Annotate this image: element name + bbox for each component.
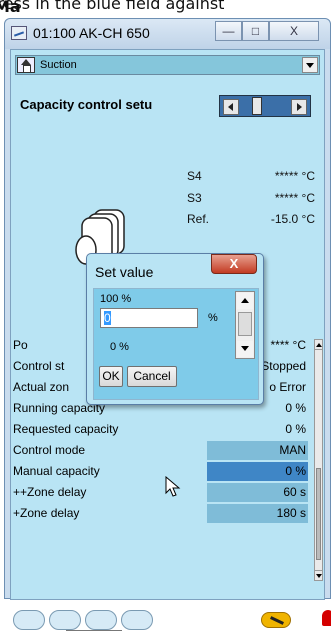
alarm-icon[interactable] xyxy=(322,610,331,626)
sensor-s3-value: ***** °C xyxy=(274,191,315,205)
min-value-label: 0 % xyxy=(110,341,129,353)
value-slider-thumb[interactable] xyxy=(238,312,252,336)
app-window: 01:100 AK-CH 650 — □ X Suction Capacity … xyxy=(4,18,331,631)
window-title: 01:100 AK-CH 650 xyxy=(33,25,150,41)
set-value-dialog: Set value X 100 % 0 % 0 % OK Cancel xyxy=(86,253,264,405)
system-icon[interactable] xyxy=(121,610,153,630)
scroll-up-icon[interactable] xyxy=(315,340,322,350)
close-button[interactable]: X xyxy=(269,21,319,41)
decrease-icon[interactable] xyxy=(237,341,253,357)
instruction-text: Press in the blue field against Ma xyxy=(0,0,331,20)
plus-zone-delay-field: 180 s xyxy=(276,506,306,520)
cancel-button[interactable]: Cancel xyxy=(127,366,177,387)
row-plus-zone-delay[interactable]: +Zone delay 180 s xyxy=(11,503,308,524)
section-select-value: Suction xyxy=(40,59,77,71)
value-input[interactable]: 0 xyxy=(100,308,198,328)
plusplus-zone-delay-field: 60 s xyxy=(283,485,306,499)
minimize-button[interactable]: — xyxy=(215,21,242,41)
dialog-title: Set value xyxy=(95,264,154,280)
section-select[interactable]: Suction xyxy=(15,55,320,75)
mouse-cursor-icon xyxy=(165,476,181,497)
sensor-s3-label: S3 xyxy=(187,191,202,205)
title-bar: 01:100 AK-CH 650 — □ X xyxy=(5,19,330,49)
sensor-s4-label: S4 xyxy=(187,169,202,183)
app-icon xyxy=(11,26,27,40)
row-requested-capacity: Requested capacity 0 % xyxy=(13,422,306,436)
home-icon[interactable] xyxy=(17,57,35,73)
row-manual-capacity[interactable]: Manual capacity 0 % xyxy=(11,461,308,482)
scroll-right-icon[interactable] xyxy=(291,99,307,115)
page-title: Capacity control setu xyxy=(20,97,153,112)
wrench-icon[interactable] xyxy=(261,612,291,628)
dialog-body: 100 % 0 % 0 % OK Cancel xyxy=(93,288,259,400)
scroll-down-icon[interactable] xyxy=(315,570,322,580)
row-control-mode[interactable]: Control mode MAN xyxy=(11,440,308,461)
list-scrollbar[interactable] xyxy=(314,339,323,581)
unit-label: % xyxy=(208,312,218,324)
manual-capacity-field: 0 % xyxy=(285,464,306,478)
maximize-button[interactable]: □ xyxy=(242,21,269,41)
value-slider[interactable] xyxy=(235,291,255,359)
dialog-close-button[interactable]: X xyxy=(211,254,257,274)
sensor-ref-value: -15.0 °C xyxy=(270,212,315,226)
sensor-s4-value: ***** °C xyxy=(274,169,315,183)
sensor-ref-label: Ref. xyxy=(187,212,210,226)
max-value-label: 100 % xyxy=(100,293,132,305)
bottom-toolbar xyxy=(11,610,331,631)
page-scrollbar[interactable] xyxy=(219,95,311,117)
control-mode-field: MAN xyxy=(279,443,306,457)
increase-icon[interactable] xyxy=(237,293,253,309)
list-scroll-thumb[interactable] xyxy=(316,468,321,560)
page-scroll-thumb[interactable] xyxy=(252,97,262,115)
compressor-status-icon[interactable] xyxy=(13,610,45,630)
row-plusplus-zone-delay[interactable]: ++Zone delay 60 s xyxy=(11,482,308,503)
condenser-icon[interactable] xyxy=(85,610,117,630)
ok-button[interactable]: OK xyxy=(99,366,123,387)
scroll-left-icon[interactable] xyxy=(223,99,239,115)
fan-icon[interactable] xyxy=(49,610,81,630)
chevron-down-icon[interactable] xyxy=(302,57,318,73)
